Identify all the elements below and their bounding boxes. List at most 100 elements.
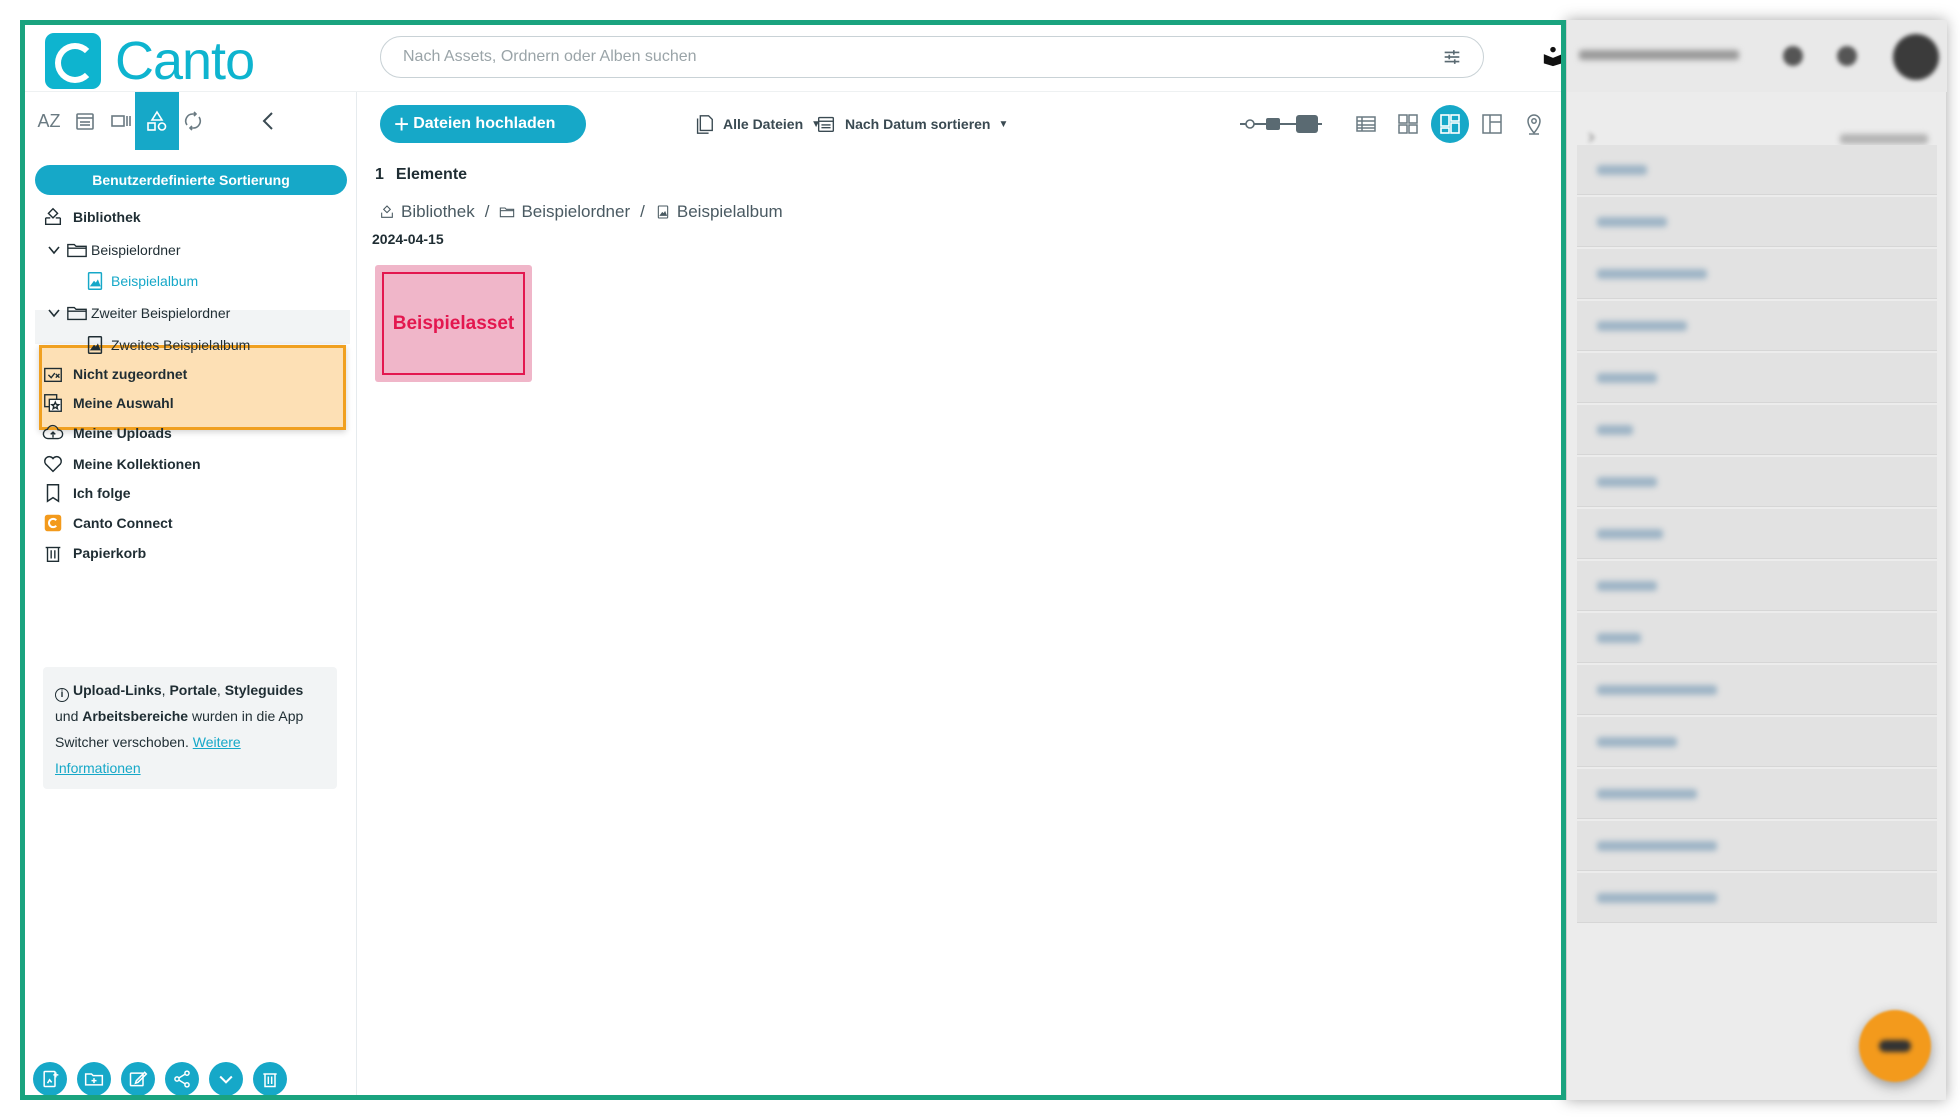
blurred-topbar bbox=[1567, 20, 1947, 92]
blurred-library-switch bbox=[1579, 50, 1739, 60]
blurred-filter-row bbox=[1577, 457, 1937, 507]
sidebar-item-my-collections[interactable]: Meine Kollektionen bbox=[41, 449, 201, 479]
grid-view-icon bbox=[1398, 114, 1418, 134]
blurred-filter-panel: › bbox=[1566, 20, 1947, 1100]
cloud-upload-icon bbox=[41, 421, 65, 445]
breadcrumb-separator: / bbox=[484, 202, 490, 221]
breadcrumb-separator: / bbox=[640, 202, 645, 221]
share-button[interactable] bbox=[165, 1062, 199, 1095]
count-label: Elemente bbox=[395, 166, 468, 183]
sidebar-item-label: Canto Connect bbox=[73, 515, 173, 531]
album-icon bbox=[657, 205, 669, 219]
element-count: 1 Elemente bbox=[375, 166, 467, 184]
list-view-button[interactable] bbox=[1347, 105, 1385, 143]
info-notice: i Upload-Links, Portale, Styleguides und … bbox=[43, 667, 337, 789]
delete-button[interactable] bbox=[253, 1062, 287, 1095]
help-icon bbox=[1783, 46, 1803, 66]
tree-album-zweites-beispielalbum[interactable]: Zweites Beispielalbum bbox=[83, 330, 250, 360]
logo-text: Canto bbox=[115, 31, 255, 91]
info-bold-text: Portale bbox=[169, 682, 217, 698]
sidebar-item-label: Nicht zugeordnet bbox=[73, 366, 188, 382]
tree-folder-zweiter-beispielordner[interactable]: Zweiter Beispielordner bbox=[47, 298, 230, 328]
all-files-dropdown[interactable]: Alle Dateien ▼ bbox=[693, 111, 821, 137]
canto-connect-icon bbox=[41, 511, 65, 535]
location-pin-icon bbox=[1527, 114, 1541, 135]
tree-item-label: Zweites Beispielalbum bbox=[111, 337, 251, 353]
map-view-button[interactable] bbox=[1515, 105, 1553, 143]
blurred-filter-row bbox=[1577, 249, 1937, 299]
canto-logo-icon bbox=[45, 33, 101, 89]
blurred-filter-row bbox=[1577, 821, 1937, 871]
collapse-sidebar-chevron-icon[interactable] bbox=[247, 92, 291, 150]
custom-sort-button[interactable]: Benutzerdefinierte Sortierung bbox=[35, 165, 347, 195]
sidebar-item-label: Meine Auswahl bbox=[73, 395, 174, 411]
sidebar-item-my-uploads[interactable]: Meine Uploads bbox=[41, 418, 172, 448]
caret-down-icon: ▼ bbox=[998, 118, 1009, 130]
sort-by-date-dropdown[interactable]: Nach Datum sortieren ▼ bbox=[815, 111, 1008, 137]
blurred-filter-row bbox=[1577, 197, 1937, 247]
unassigned-icon bbox=[41, 362, 65, 386]
chevron-down-icon[interactable] bbox=[47, 243, 61, 257]
sidebar-item-library[interactable]: Bibliothek bbox=[41, 202, 141, 232]
new-album-button[interactable] bbox=[33, 1062, 67, 1095]
library-icon bbox=[381, 205, 393, 218]
tree-item-label: Beispielalbum bbox=[111, 273, 199, 289]
sidebar-item-trash[interactable]: Papierkorb bbox=[41, 538, 146, 568]
blurred-filter-row bbox=[1577, 509, 1937, 559]
info-bold-text: Arbeitsbereiche bbox=[82, 708, 189, 724]
sidebar-item-label: Papierkorb bbox=[73, 545, 147, 561]
sidebar-item-label: Meine Kollektionen bbox=[73, 456, 201, 472]
masonry-view-button[interactable] bbox=[1431, 105, 1469, 143]
sidebar-item-canto-connect[interactable]: Canto Connect bbox=[41, 508, 173, 538]
trash-icon bbox=[263, 1073, 277, 1088]
info-icon: i bbox=[55, 688, 69, 702]
book-reader-icon[interactable] bbox=[1542, 45, 1564, 67]
breadcrumb-folder[interactable]: Beispielordner bbox=[521, 202, 630, 222]
canto-logo[interactable]: Canto bbox=[45, 31, 255, 91]
expand-button[interactable] bbox=[209, 1062, 243, 1095]
edit-icon bbox=[129, 1071, 148, 1087]
asset-thumbnail[interactable]: Beispielasset bbox=[375, 265, 532, 382]
chevron-down-icon[interactable] bbox=[47, 306, 61, 320]
edit-button[interactable] bbox=[121, 1062, 155, 1095]
search-input[interactable] bbox=[403, 37, 1403, 77]
library-icon bbox=[41, 205, 65, 229]
heart-icon bbox=[41, 452, 65, 476]
folder-icon bbox=[500, 207, 515, 218]
upload-files-button[interactable]: + Dateien hochladen bbox=[380, 105, 586, 143]
sidebar-item-my-selection[interactable]: Meine Auswahl bbox=[41, 388, 174, 418]
tree-album-beispielalbum[interactable]: Beispielalbum bbox=[83, 266, 198, 296]
bookmark-icon bbox=[41, 481, 65, 505]
album-icon bbox=[83, 333, 107, 357]
share-icon bbox=[174, 1070, 190, 1088]
sidebar-item-label: Bibliothek bbox=[73, 209, 141, 225]
calendar-icon bbox=[817, 116, 835, 133]
breadcrumb-album[interactable]: Beispielalbum bbox=[677, 202, 783, 222]
chevron-down-icon bbox=[219, 1075, 233, 1084]
tree-folder-beispielordner[interactable]: Beispielordner bbox=[47, 235, 181, 265]
blurred-filter-row bbox=[1577, 145, 1937, 195]
info-text: , bbox=[216, 682, 225, 698]
app-window: Canto AZ bbox=[20, 20, 1566, 1100]
notification-icon bbox=[1837, 46, 1857, 66]
blurred-filter-row bbox=[1577, 561, 1937, 611]
info-bold-text: Upload-Links bbox=[73, 682, 162, 698]
sidebar-item-unassigned[interactable]: Nicht zugeordnet bbox=[41, 359, 187, 389]
blurred-filter-row bbox=[1577, 353, 1937, 403]
sync-icon[interactable] bbox=[171, 92, 215, 150]
new-album-icon bbox=[43, 1070, 59, 1088]
folder-icon bbox=[65, 238, 89, 262]
blurred-filter-row bbox=[1577, 717, 1937, 767]
preview-view-button[interactable] bbox=[1473, 105, 1511, 143]
grid-view-button[interactable] bbox=[1389, 105, 1427, 143]
sidebar-item-following[interactable]: Ich folge bbox=[41, 478, 131, 508]
breadcrumb-library[interactable]: Bibliothek bbox=[401, 202, 475, 222]
new-folder-button[interactable] bbox=[77, 1062, 111, 1095]
thumbnail-size-slider[interactable] bbox=[1238, 114, 1324, 134]
filter-sliders-icon[interactable] bbox=[1441, 46, 1463, 68]
date-group-header: 2024-04-15 bbox=[372, 231, 444, 247]
upload-label: Dateien hochladen bbox=[413, 115, 556, 132]
sidebar: AZ Benutzerdefinierte Sortierung Bibliot… bbox=[25, 92, 357, 1095]
asset-preview: Beispielasset bbox=[382, 272, 525, 375]
asset-label: Beispielasset bbox=[392, 312, 515, 334]
